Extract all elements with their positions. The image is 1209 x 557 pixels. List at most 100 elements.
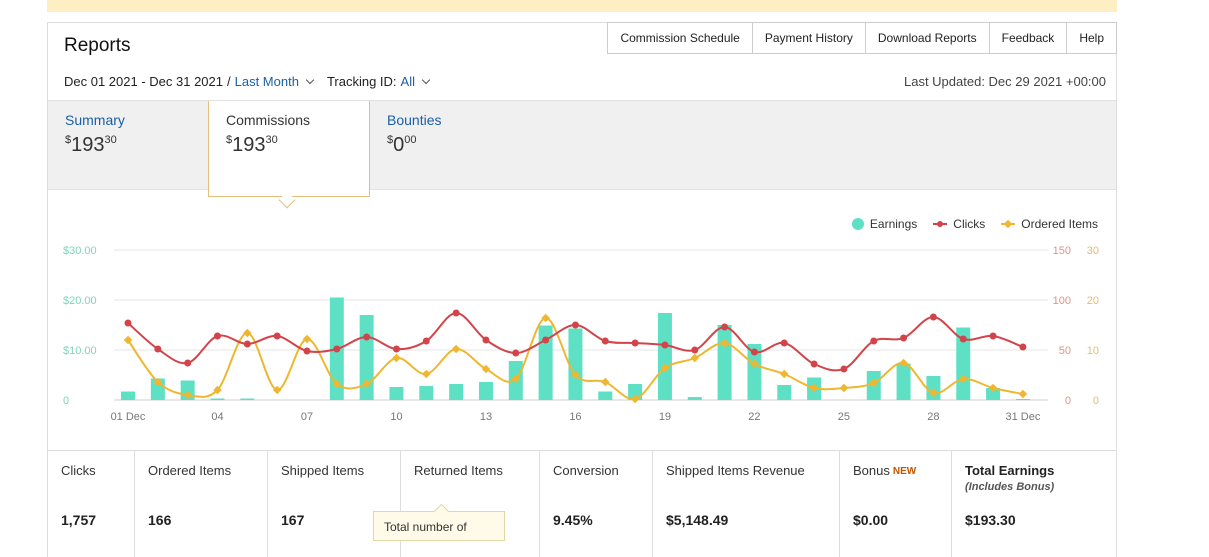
ordered-items-point <box>392 353 401 363</box>
clicks-point <box>482 336 490 344</box>
stat-label: Total Earnings <box>965 463 1055 478</box>
earnings-bar <box>598 391 613 400</box>
stat-value: 166 <box>148 512 172 528</box>
stat-label: Conversion <box>553 463 619 478</box>
y-tick-label-ordered: 0 <box>1093 395 1099 407</box>
x-tick-label: 19 <box>659 411 671 423</box>
clicks-point <box>184 359 192 367</box>
clicks-point <box>1019 343 1027 351</box>
earnings-chart[interactable]: $30.00 150 30$20.00 100 20$10.00 50 100 0 001 De… <box>48 23 1116 433</box>
clicks-point <box>273 332 281 340</box>
earnings-bar <box>1015 399 1030 400</box>
stat-conversion[interactable]: Conversion 9.45% <box>540 451 653 557</box>
stat-tooltip: Total number of <box>373 511 505 541</box>
clicks-point <box>750 348 758 356</box>
clicks-point <box>571 321 579 329</box>
stat-ordered-items[interactable]: Ordered Items 166 <box>135 451 268 557</box>
x-tick-label: 01 Dec <box>111 411 146 423</box>
stat-label: Shipped Items <box>281 463 365 478</box>
y-tick-label-ordered: 10 <box>1087 345 1099 357</box>
clicks-point <box>900 334 908 342</box>
stat-value: $5,148.49 <box>666 512 729 528</box>
stat-bonus[interactable]: Bonus NEW $0.00 <box>840 451 952 557</box>
y-tick-label-left: $10.00 <box>63 345 97 357</box>
clicks-point <box>691 346 699 354</box>
clicks-point <box>661 341 669 349</box>
stat-clicks[interactable]: Clicks 1,757 <box>48 451 135 557</box>
stat-returned-items[interactable]: Returned Items11 <box>401 451 540 557</box>
earnings-bar <box>687 397 702 400</box>
clicks-point <box>721 323 729 331</box>
x-tick-label: 28 <box>927 411 939 423</box>
ordered-items-point <box>690 353 700 363</box>
clicks-point <box>452 309 460 317</box>
earnings-bar <box>568 328 583 400</box>
clicks-point <box>542 336 550 344</box>
earnings-bar <box>777 385 792 400</box>
stat-value: $193.30 <box>965 512 1016 528</box>
clicks-point <box>989 332 997 340</box>
clicks-point <box>512 349 520 357</box>
stat-label: Bonus NEW <box>853 463 917 478</box>
clicks-point <box>601 337 609 345</box>
y-tick-label-left: $20.00 <box>63 295 97 307</box>
clicks-point <box>810 360 818 368</box>
notice-banner <box>47 0 1117 12</box>
clicks-point <box>243 340 251 348</box>
stat-sublabel: (Includes Bonus) <box>965 481 1055 493</box>
x-tick-label: 31 Dec <box>1005 411 1040 423</box>
earnings-bar <box>210 398 225 400</box>
clicks-point <box>303 347 311 355</box>
earnings-bar <box>478 382 493 400</box>
earnings-bar <box>717 325 732 400</box>
ordered-items-point <box>839 383 849 393</box>
earnings-bar <box>449 384 464 400</box>
y-tick-label-clicks: 100 <box>1053 295 1071 307</box>
x-tick-label: 22 <box>748 411 760 423</box>
stat-total-earnings[interactable]: Total Earnings (Includes Bonus) $193.30 <box>952 451 1115 557</box>
earnings-bar <box>121 391 135 400</box>
ordered-items-point <box>1018 389 1028 399</box>
clicks-point <box>929 313 937 321</box>
clicks-point <box>631 339 639 347</box>
x-tick-label: 13 <box>480 411 492 423</box>
x-tick-label: 25 <box>838 411 850 423</box>
clicks-point <box>154 345 162 353</box>
clicks-point <box>870 337 878 345</box>
clicks-point <box>392 345 400 353</box>
reports-panel: Reports Commission Schedule Payment Hist… <box>47 22 1117 557</box>
ordered-items-point <box>422 369 431 379</box>
new-badge: NEW <box>892 466 917 477</box>
ordered-items-point <box>601 377 610 387</box>
stat-label: Shipped Items Revenue <box>666 463 805 478</box>
stat-label: Ordered Items <box>148 463 232 478</box>
y-tick-label-clicks: 50 <box>1059 345 1071 357</box>
stat-value: 9.45% <box>553 512 593 528</box>
stat-shipped-items[interactable]: Shipped Items 167 <box>268 451 401 557</box>
x-tick-label: 16 <box>569 411 581 423</box>
earnings-bar <box>896 363 911 400</box>
earnings-bar <box>419 386 434 400</box>
stat-label: Returned Items <box>414 463 503 478</box>
clicks-point <box>213 332 221 340</box>
earnings-bar <box>240 398 255 400</box>
ordered-items-point <box>451 344 461 354</box>
stat-value: 167 <box>281 512 305 528</box>
clicks-point <box>363 333 371 341</box>
y-tick-label-left: 0 <box>63 395 69 407</box>
y-tick-label-ordered: 30 <box>1087 245 1099 257</box>
x-tick-label: 04 <box>211 411 223 423</box>
clicks-point <box>422 337 430 345</box>
clicks-point <box>959 335 967 343</box>
x-tick-label: 10 <box>390 411 402 423</box>
clicks-point <box>780 339 788 347</box>
y-tick-label-ordered: 20 <box>1087 295 1099 307</box>
stat-shipped-items-revenue[interactable]: Shipped Items Revenue $5,148.49 <box>653 451 840 557</box>
clicks-point <box>840 365 848 373</box>
ordered-items-point <box>780 369 789 379</box>
clicks-point <box>124 319 132 327</box>
stat-label: Clicks <box>61 463 96 478</box>
stats-row: Clicks 1,757 Ordered Items 166 Shipped Items… <box>48 450 1116 557</box>
earnings-bar <box>657 313 672 400</box>
y-tick-label-clicks: 150 <box>1053 245 1071 257</box>
